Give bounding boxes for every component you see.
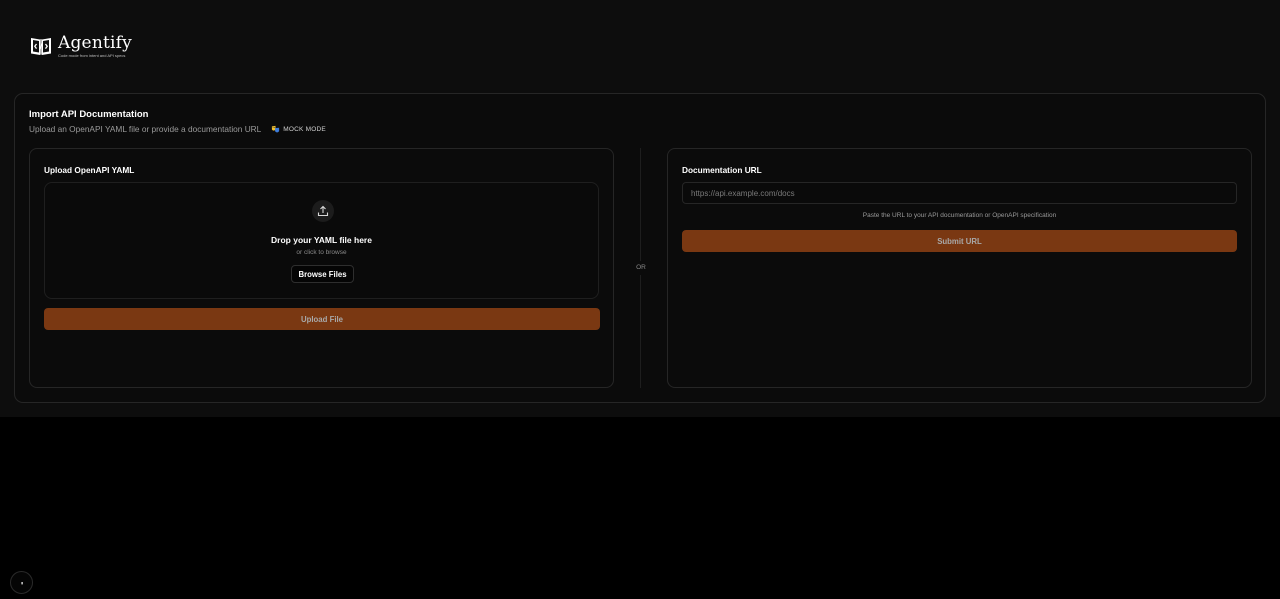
- browse-files-button[interactable]: Browse Files: [291, 265, 354, 283]
- url-panel: Documentation URL Paste the URL to your …: [667, 148, 1252, 388]
- url-hint: Paste the URL to your API documentation …: [862, 212, 1057, 219]
- url-panel-title: Documentation URL: [682, 165, 762, 175]
- upload-file-button[interactable]: Upload File: [44, 308, 600, 330]
- brand-tagline: Code mode from intent and API specs: [58, 53, 126, 58]
- brand-name: Agentify: [58, 33, 132, 53]
- import-description: Upload an OpenAPI YAML file or provide a…: [29, 124, 262, 134]
- page-title: Import API Documentation: [29, 109, 149, 120]
- floating-menu-button[interactable]: [10, 571, 33, 594]
- upload-icon: [312, 200, 334, 222]
- or-separator: OR: [630, 261, 652, 275]
- import-description-row: Upload an OpenAPI YAML file or provide a…: [29, 124, 326, 134]
- mock-mode-label: MOCK MODE: [283, 125, 326, 133]
- upload-panel: Upload OpenAPI YAML Drop your YAML file …: [29, 148, 614, 388]
- mock-mode-badge: MOCK MODE: [271, 125, 326, 134]
- dropzone-title: Drop your YAML file here: [271, 235, 372, 245]
- import-card: Import API Documentation Upload an OpenA…: [14, 93, 1266, 403]
- book-code-icon: [29, 34, 53, 58]
- dropzone-subtitle: or click to browse: [296, 249, 347, 256]
- upload-panel-title: Upload OpenAPI YAML: [44, 165, 135, 175]
- documentation-url-input[interactable]: [682, 182, 1237, 204]
- theater-masks-icon: [272, 125, 280, 132]
- submit-url-button[interactable]: Submit URL: [682, 230, 1237, 252]
- file-dropzone[interactable]: Drop your YAML file here or click to bro…: [44, 182, 599, 299]
- dot-icon: [20, 581, 23, 584]
- brand-logo[interactable]: Agentify Code mode from intent and API s…: [29, 34, 132, 58]
